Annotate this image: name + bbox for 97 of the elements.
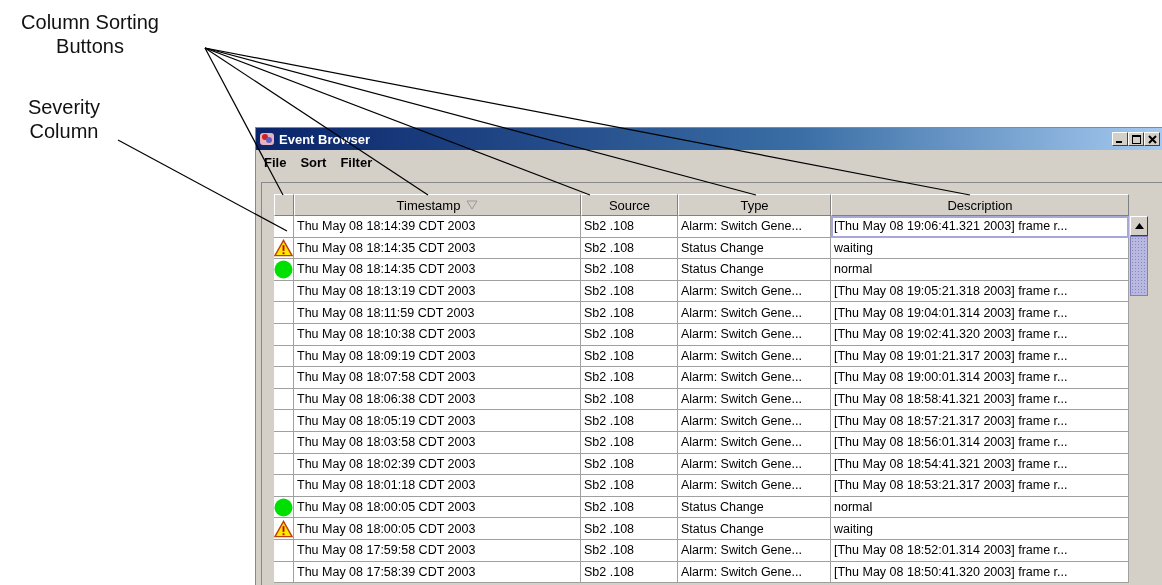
table-cell: Sb2 .108 [581,518,678,540]
table-cell: Status Change [678,496,831,519]
table-cell: Sb2 .108 [581,259,678,281]
table-cell: Status Change [678,259,831,281]
table-cell: [Thu May 08 18:52:01.314 2003] frame r... [831,539,1129,562]
table-cell: Thu May 08 18:02:39 CDT 2003 [294,453,581,476]
table-cell: Thu May 08 18:00:05 CDT 2003 [294,496,581,519]
table-cell: Thu May 08 18:10:38 CDT 2003 [294,323,581,346]
severity-cell [274,388,294,411]
menu-item[interactable]: Filter [340,154,373,170]
severity-cell [274,345,294,368]
callout-label: Column Sorting Buttons [20,10,160,58]
severity-cell [274,453,294,476]
table-cell: Thu May 08 18:00:05 CDT 2003 [294,518,581,540]
table-cell: Status Change [678,518,831,540]
callout-label: Severity Column [26,95,102,143]
table-cell: Thu May 08 18:11:59 CDT 2003 [294,302,581,324]
table-cell: Thu May 08 18:14:35 CDT 2003 [294,237,581,260]
table-cell: Sb2 .108 [581,367,678,389]
table-cell: Sb2 .108 [581,323,678,346]
column-header[interactable]: Description [831,194,1129,216]
table-cell: waiting [831,518,1129,540]
table-cell: Sb2 .108 [581,345,678,368]
table-cell: [Thu May 08 19:06:41.321 2003] frame r... [831,216,1129,238]
table-cell: Alarm: Switch Gene... [678,323,831,346]
table-cell: normal [831,496,1129,519]
severity-cell [274,367,294,389]
table-cell: Alarm: Switch Gene... [678,410,831,432]
table-cell: Thu May 08 18:14:39 CDT 2003 [294,216,581,238]
table-cell: Thu May 08 18:01:18 CDT 2003 [294,475,581,497]
table-cell: Sb2 .108 [581,453,678,476]
table-cell: Thu May 08 18:13:19 CDT 2003 [294,280,581,303]
table-cell: Sb2 .108 [581,237,678,260]
table-cell: Thu May 08 17:59:58 CDT 2003 [294,539,581,562]
table-cell: Sb2 .108 [581,496,678,519]
table-cell: normal [831,259,1129,281]
table-cell: [Thu May 08 19:02:41.320 2003] frame r... [831,323,1129,346]
table-cell: Alarm: Switch Gene... [678,388,831,411]
table-cell: [Thu May 08 18:50:41.320 2003] frame r... [831,561,1129,584]
table-cell: [Thu May 08 18:53:21.317 2003] frame r... [831,475,1129,497]
table-cell: [Thu May 08 19:00:01.314 2003] frame r... [831,367,1129,389]
table-cell: [Thu May 08 18:58:41.321 2003] frame r... [831,388,1129,411]
table-cell: Alarm: Switch Gene... [678,453,831,476]
table-cell: Sb2 .108 [581,561,678,584]
table-cell: Alarm: Switch Gene... [678,431,831,454]
table-cell: Thu May 08 18:09:19 CDT 2003 [294,345,581,368]
table-cell: [Thu May 08 19:04:01.314 2003] frame r... [831,302,1129,324]
table-cell: Alarm: Switch Gene... [678,216,831,238]
severity-cell [274,302,294,324]
column-header[interactable]: Timestamp [294,194,581,216]
table-cell: [Thu May 08 18:56:01.314 2003] frame r... [831,431,1129,454]
severity-header[interactable] [274,194,294,216]
table-cell: Sb2 .108 [581,302,678,324]
table-cell: Sb2 .108 [581,539,678,562]
app-icon [259,131,275,147]
minimize-button[interactable] [1112,132,1128,146]
table-cell: Thu May 08 18:05:19 CDT 2003 [294,410,581,432]
up-arrow-icon [1134,223,1144,229]
window-title: Event Browser [279,131,372,147]
table-cell: Thu May 08 17:58:39 CDT 2003 [294,561,581,584]
table-cell: Alarm: Switch Gene... [678,302,831,324]
column-header[interactable]: Type [678,194,831,216]
severity-cell [274,323,294,346]
close-icon [1147,134,1157,144]
table-cell: Alarm: Switch Gene... [678,475,831,497]
table-cell: Sb2 .108 [581,388,678,411]
table-cell: [Thu May 08 18:54:41.321 2003] frame r... [831,453,1129,476]
menu-item[interactable]: Sort [300,154,327,170]
table-cell: Alarm: Switch Gene... [678,539,831,562]
close-button[interactable] [1144,132,1160,146]
table-cell: Thu May 08 18:14:35 CDT 2003 [294,259,581,281]
severity-cell [274,431,294,454]
table-cell: Sb2 .108 [581,216,678,238]
table-cell: Thu May 08 18:03:58 CDT 2003 [294,431,581,454]
severity-cell [274,561,294,584]
table-cell: Alarm: Switch Gene... [678,345,831,368]
table-cell: Sb2 .108 [581,431,678,454]
table-cell: Alarm: Switch Gene... [678,367,831,389]
scroll-thumb[interactable] [1130,236,1148,296]
table-cell: Thu May 08 18:06:38 CDT 2003 [294,388,581,411]
table-cell: Sb2 .108 [581,475,678,497]
table-cell: Sb2 .108 [581,280,678,303]
maximize-icon [1131,134,1141,144]
column-header[interactable]: Source [581,194,678,216]
table-cell: [Thu May 08 19:05:21.318 2003] frame r... [831,280,1129,303]
table-cell: Status Change [678,237,831,260]
table-cell: [Thu May 08 18:57:21.317 2003] frame r... [831,410,1129,432]
table-cell: waiting [831,237,1129,260]
severity-cell [274,410,294,432]
table-cell: Alarm: Switch Gene... [678,561,831,584]
table-cell: Alarm: Switch Gene... [678,280,831,303]
table-cell: Thu May 08 18:07:58 CDT 2003 [294,367,581,389]
menu-item[interactable]: File [264,154,287,170]
table-cell: [Thu May 08 19:01:21.317 2003] frame r... [831,345,1129,368]
maximize-button[interactable] [1128,132,1144,146]
table-cell: Sb2 .108 [581,410,678,432]
scroll-up-button[interactable] [1130,216,1148,236]
